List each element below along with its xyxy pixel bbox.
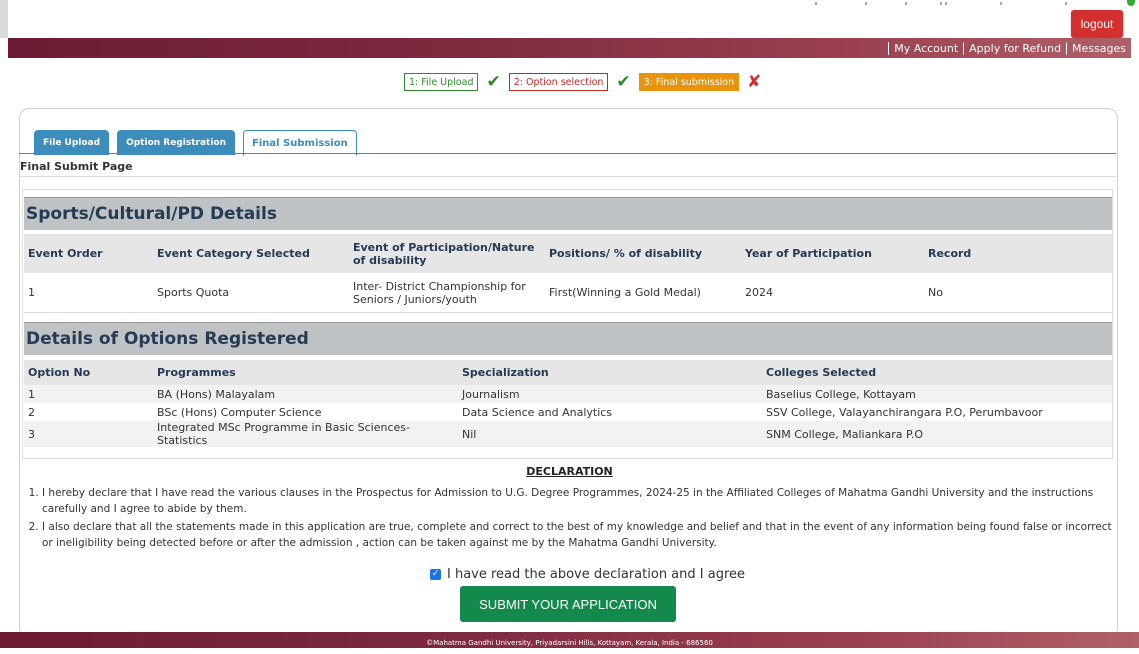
table-cell: Baselius College, Kottayam — [762, 385, 1112, 403]
check-icon: ✔ — [616, 72, 631, 92]
column-header: Record — [924, 234, 1112, 273]
table-cell: First(Winning a Gold Medal) — [545, 273, 741, 313]
options-table: Option No Programmes Specialization Coll… — [24, 360, 1112, 447]
table-cell: Sports Quota — [153, 273, 349, 313]
declaration-item: I also declare that all the statements m… — [42, 519, 1122, 551]
table-row: 2 BSc (Hons) Computer Science Data Scien… — [24, 403, 1112, 421]
table-cell: Integrated MSc Programme in Basic Scienc… — [153, 421, 458, 447]
tab-option-registration[interactable]: Option Registration — [117, 130, 236, 155]
table-cell: Journalism — [458, 385, 762, 403]
declaration-item: I hereby declare that I have read the va… — [42, 485, 1122, 517]
submit-application-button[interactable]: SUBMIT YOUR APPLICATION — [460, 586, 676, 622]
step-option-selection: 2: Option selection — [508, 73, 609, 91]
sports-table: Event Order Event Category Selected Even… — [24, 234, 1112, 313]
tab-bar: File Upload Option Registration Final Su… — [34, 130, 365, 156]
table-cell: Nil — [458, 421, 762, 447]
tab-file-upload[interactable]: File Upload — [34, 130, 110, 155]
column-header: Event Category Selected — [153, 234, 349, 273]
table-cell: Inter- District Championship for Seniors… — [349, 273, 545, 313]
step-file-upload: 1: File Upload — [404, 73, 479, 91]
table-cell: 2 — [28, 405, 35, 419]
top-cut-text — [810, 0, 1130, 6]
sports-section-title: Sports/Cultural/PD Details — [24, 197, 1112, 230]
table-cell: SNM College, Maliankara P.O — [762, 421, 1112, 447]
column-header: Programmes — [153, 360, 458, 385]
check-icon: ✔ — [486, 72, 501, 92]
nav-my-account[interactable]: My Account — [888, 41, 963, 55]
column-header: Positions/ % of disability — [545, 234, 741, 273]
table-cell: 2024 — [741, 273, 924, 313]
top-navbar: My Account Apply for Refund Messages — [8, 38, 1131, 58]
left-scroll-edge — [0, 0, 8, 38]
footer: ©Mahatma Gandhi University, Priyadarsini… — [0, 632, 1139, 648]
table-cell: 1 — [24, 273, 153, 313]
agree-checkbox[interactable]: ✓ — [430, 569, 441, 580]
declaration-title: DECLARATION — [526, 465, 613, 478]
table-header-row: Event Order Event Category Selected Even… — [24, 234, 1112, 273]
table-cell: 3 — [24, 421, 153, 447]
table-row: 1 Sports Quota Inter- District Champions… — [24, 273, 1112, 313]
footer-text: ©Mahatma Gandhi University, Priyadarsini… — [426, 639, 713, 647]
page-title: Final Submit Page — [20, 160, 133, 173]
table-cell: 1 — [24, 385, 153, 403]
column-header: Event of Participation/Nature of disabil… — [349, 234, 545, 273]
column-header: Event Order — [24, 234, 153, 273]
table-cell: BSc (Hons) Computer Science — [157, 405, 322, 419]
table-row: 1 BA (Hons) Malayalam Journalism Baseliu… — [24, 385, 1112, 403]
table-row: 3 Integrated MSc Programme in Basic Scie… — [24, 421, 1112, 447]
column-header: Year of Participation — [741, 234, 924, 273]
step-final-submission: 3: Final submission — [638, 73, 740, 91]
table-cell: Data Science and Analytics — [462, 405, 613, 419]
tab-underline — [19, 153, 1116, 154]
table-cell: No — [924, 273, 1112, 313]
column-header: Colleges Selected — [762, 360, 1112, 385]
table-cell: BA (Hons) Malayalam — [153, 385, 458, 403]
options-section-title: Details of Options Registered — [24, 322, 1112, 355]
declaration-list: I hereby declare that I have read the va… — [24, 485, 1122, 553]
column-header: Option No — [24, 360, 153, 385]
nav-apply-refund[interactable]: Apply for Refund — [963, 41, 1066, 55]
column-header: Specialization — [458, 360, 762, 385]
agree-row: ✓ I have read the above declaration and … — [430, 567, 745, 582]
logout-button[interactable]: logout — [1071, 10, 1123, 38]
progress-steps: 1: File Upload ✔ 2: Option selection ✔ 3… — [404, 72, 769, 92]
table-cell: SSV College, Valayanchirangara P.O, Peru… — [766, 405, 1043, 419]
table-header-row: Option No Programmes Specialization Coll… — [24, 360, 1112, 385]
nav-messages[interactable]: Messages — [1066, 41, 1131, 55]
agree-label: I have read the above declaration and I … — [447, 567, 746, 582]
cross-icon: ✘ — [747, 72, 762, 92]
divider — [19, 176, 1116, 177]
